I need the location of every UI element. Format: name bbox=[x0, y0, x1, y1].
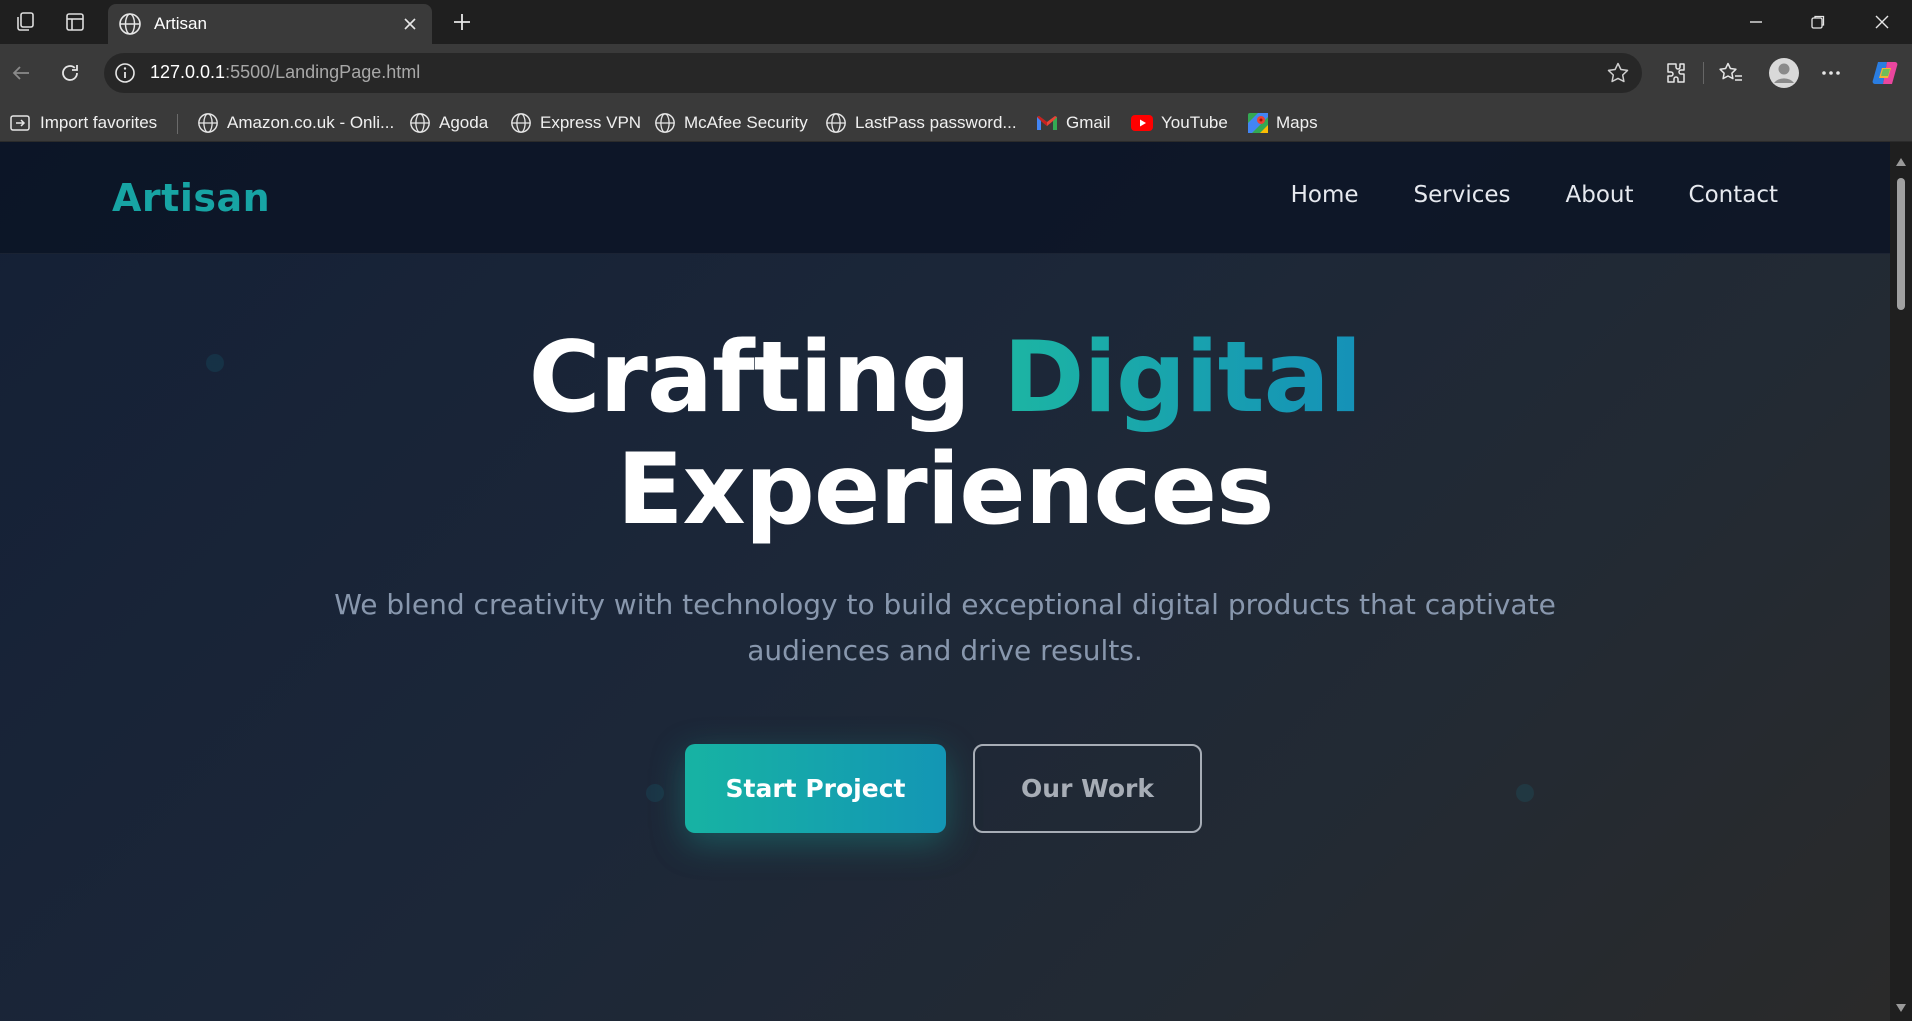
address-bar[interactable]: 127.0.0.1:5500/LandingPage.html bbox=[104, 53, 1642, 93]
globe-icon bbox=[826, 113, 846, 133]
browser-toolbar: 127.0.0.1:5500/LandingPage.html bbox=[0, 44, 1912, 104]
bookmark-label: Gmail bbox=[1066, 113, 1111, 132]
bookmark-lastpass[interactable]: LastPass password... bbox=[825, 110, 1017, 136]
decorative-dot bbox=[1516, 784, 1534, 802]
bookmarks-bar: Import favorites Amazon.co.uk - Onli... … bbox=[0, 104, 1912, 142]
back-icon[interactable] bbox=[6, 58, 36, 88]
minimize-icon[interactable] bbox=[1744, 10, 1768, 34]
hero-title-line2: Experiences bbox=[616, 433, 1275, 547]
bookmark-gmail[interactable]: Gmail bbox=[1036, 110, 1110, 136]
scrollbar-thumb[interactable] bbox=[1897, 178, 1905, 310]
bookmark-agoda[interactable]: Agoda bbox=[409, 110, 488, 136]
bookmark-label: YouTube bbox=[1161, 113, 1228, 132]
nav-link-contact[interactable]: Contact bbox=[1689, 182, 1778, 208]
scroll-up-icon[interactable] bbox=[1895, 152, 1907, 171]
copilot-icon[interactable] bbox=[1868, 56, 1902, 90]
youtube-icon bbox=[1131, 115, 1153, 131]
extensions-icon[interactable] bbox=[1662, 59, 1690, 87]
start-project-button[interactable]: Start Project bbox=[685, 744, 946, 833]
bookmark-amazon[interactable]: Amazon.co.uk - Onli... bbox=[197, 110, 394, 136]
restore-icon[interactable] bbox=[1806, 10, 1830, 34]
site-logo[interactable]: Artisan bbox=[112, 176, 270, 220]
maps-icon bbox=[1248, 113, 1268, 133]
bookmark-youtube[interactable]: YouTube bbox=[1131, 110, 1228, 136]
page-viewport: Artisan Home Services About Contact Craf… bbox=[0, 142, 1890, 1021]
new-tab-icon[interactable] bbox=[450, 10, 474, 34]
nav-link-about[interactable]: About bbox=[1566, 182, 1634, 208]
toolbar-divider bbox=[1703, 62, 1704, 84]
bookmark-express-vpn[interactable]: Express VPN bbox=[510, 110, 641, 136]
globe-icon bbox=[511, 113, 531, 133]
hero-title-accent: Digital bbox=[1003, 321, 1362, 435]
globe-icon bbox=[410, 113, 430, 133]
decorative-dot bbox=[646, 784, 664, 802]
globe-icon bbox=[118, 12, 142, 40]
bookmark-mcafee[interactable]: McAfee Security bbox=[654, 110, 808, 136]
profile-avatar-icon[interactable] bbox=[1767, 56, 1801, 90]
bookmark-maps[interactable]: Maps bbox=[1248, 110, 1318, 136]
site-navbar: Artisan Home Services About Contact bbox=[0, 142, 1890, 254]
tab-title: Artisan bbox=[154, 14, 207, 33]
browser-titlebar: Artisan bbox=[0, 0, 1912, 44]
url-path: :5500/LandingPage.html bbox=[225, 62, 421, 82]
bookmark-label: Maps bbox=[1276, 113, 1318, 132]
page-scrollbar[interactable] bbox=[1890, 142, 1912, 1021]
favorite-star-icon[interactable] bbox=[1606, 61, 1630, 89]
bookmark-label: Agoda bbox=[439, 113, 489, 132]
bookmark-label: McAfee Security bbox=[684, 113, 808, 132]
bookmark-separator bbox=[177, 114, 178, 134]
bookmark-label: Express VPN bbox=[540, 113, 642, 132]
scroll-down-icon[interactable] bbox=[1895, 998, 1907, 1017]
bookmark-label: LastPass password... bbox=[855, 113, 1017, 132]
our-work-button[interactable]: Our Work bbox=[973, 744, 1202, 833]
more-options-icon[interactable] bbox=[1817, 59, 1845, 87]
hero-title: Crafting Digital Experiences bbox=[0, 322, 1890, 546]
close-window-icon[interactable] bbox=[1870, 10, 1894, 34]
gmail-icon bbox=[1037, 116, 1057, 130]
bookmark-label: Amazon.co.uk - Onli... bbox=[227, 113, 395, 132]
bookmark-label: Import favorites bbox=[40, 113, 158, 132]
site-info-icon[interactable] bbox=[114, 62, 136, 88]
url-text[interactable]: 127.0.0.1:5500/LandingPage.html bbox=[150, 62, 420, 83]
refresh-icon[interactable] bbox=[55, 58, 85, 88]
globe-icon bbox=[198, 113, 218, 133]
url-host: 127.0.0.1 bbox=[150, 62, 226, 82]
hero-title-part1: Crafting bbox=[528, 321, 1004, 435]
workspaces-icon[interactable] bbox=[13, 10, 37, 34]
browser-tab-active[interactable]: Artisan bbox=[108, 4, 432, 44]
globe-icon bbox=[655, 113, 675, 133]
bookmark-import-favorites[interactable]: Import favorites bbox=[10, 110, 157, 136]
hero-subtitle: We blend creativity with technology to b… bbox=[334, 588, 1556, 667]
nav-link-home[interactable]: Home bbox=[1291, 182, 1359, 208]
favorites-icon[interactable] bbox=[1717, 59, 1745, 87]
tab-actions-icon[interactable] bbox=[63, 10, 87, 34]
nav-link-services[interactable]: Services bbox=[1414, 182, 1511, 208]
nav-links: Home Services About Contact bbox=[1291, 182, 1778, 208]
close-tab-icon[interactable] bbox=[398, 12, 422, 36]
import-icon bbox=[10, 115, 30, 131]
